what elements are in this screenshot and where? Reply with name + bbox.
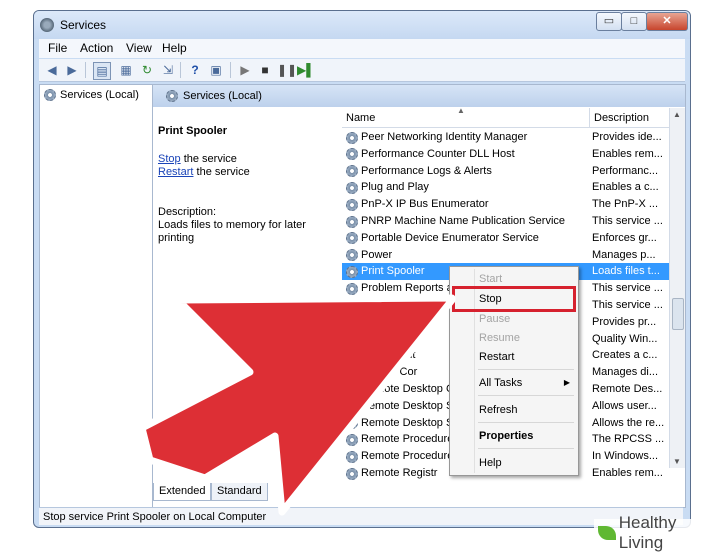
- watermark-text: Healthy Living: [618, 512, 677, 552]
- leaf-logo-icon: [598, 525, 616, 540]
- red-arrow-pointer-icon: [138, 294, 456, 516]
- watermark: Healthy Living: [594, 513, 728, 552]
